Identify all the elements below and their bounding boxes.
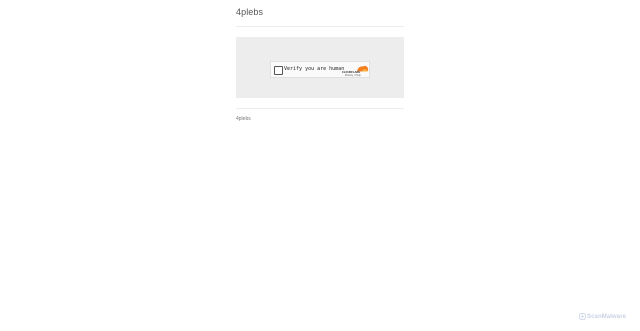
scanmalware-icon	[579, 313, 586, 320]
privacy-link[interactable]: Privacy	[345, 74, 353, 77]
top-divider	[236, 26, 404, 27]
verify-label: Verify you are human	[284, 66, 345, 72]
challenge-area: Verify you are human CLOUDFLARE Privacy …	[236, 37, 404, 98]
footer-text: 4plebs	[236, 116, 251, 122]
help-link[interactable]: Help	[356, 74, 361, 77]
turnstile-links: Privacy • Help	[345, 74, 361, 77]
turnstile-widget: Verify you are human CLOUDFLARE Privacy …	[270, 61, 370, 78]
site-title: 4plebs	[236, 7, 264, 17]
watermark-text: ScanMalware	[587, 313, 627, 320]
verify-checkbox[interactable]	[274, 66, 283, 75]
watermark: ScanMalware	[579, 312, 626, 321]
bottom-divider	[236, 108, 404, 109]
